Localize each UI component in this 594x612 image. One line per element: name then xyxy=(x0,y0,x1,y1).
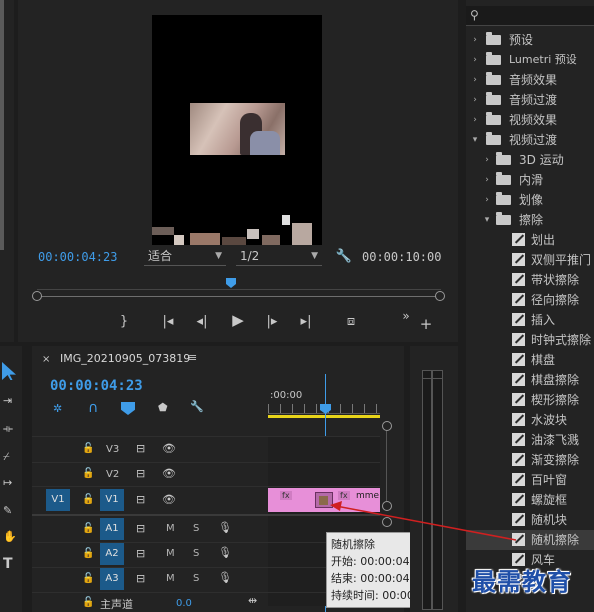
watermark: 最需教育 xyxy=(472,567,572,596)
annotation-arrow xyxy=(330,501,517,541)
